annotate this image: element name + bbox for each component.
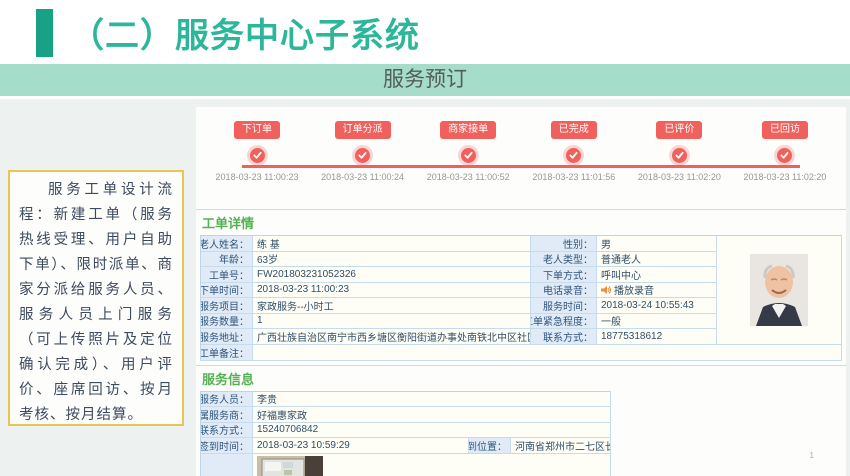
address-label: 服务地址：: [201, 329, 253, 345]
timeline-step: 商家接单 2018-03-23 11:00:52: [423, 121, 513, 182]
check-icon: [250, 148, 265, 163]
elder-photo: [750, 254, 808, 326]
order-panel: 下订单 2018-03-23 11:00:23 订单分派 2018-03-23 …: [196, 107, 846, 476]
order-no-value: FW201803231052326: [253, 267, 531, 283]
contact-label: 联系方式：: [531, 329, 597, 345]
remark-label: 工单备注：: [201, 345, 253, 361]
timeline-step-button[interactable]: 已回访: [762, 121, 808, 139]
order-no-label: 工单号：: [201, 267, 253, 283]
timeline-step: 下订单 2018-03-23 11:00:23: [212, 121, 302, 182]
order-detail-title: 工单详情: [196, 209, 846, 235]
age-label: 年龄：: [201, 252, 253, 268]
page-title: （二）服务中心子系统: [70, 8, 420, 57]
checkin-location-value: 河南省郑州市二七区长江东路66号院: [511, 438, 611, 454]
order-time-value: 2018-03-23 11:00:23: [253, 283, 531, 299]
checkin-time-label: 签到时间：: [201, 438, 253, 454]
order-method-label: 下单方式：: [531, 267, 597, 283]
staff-contact-label: 联系方式：: [201, 423, 253, 439]
timeline-step-button[interactable]: 下订单: [234, 121, 280, 139]
process-note-box: 服务工单设计流程：新建工单（服务热线受理、用户自助下单）、限时派单、商家分派给服…: [8, 170, 184, 426]
checkin-photo: [257, 456, 323, 476]
service-info-title: 服务信息: [196, 365, 846, 391]
check-icon: [355, 148, 370, 163]
timeline-step-button[interactable]: 已完成: [551, 121, 597, 139]
check-icon: [566, 148, 581, 163]
check-icon: [461, 148, 476, 163]
slide: （二）服务中心子系统 服务预订 服务工单设计流程：新建工单（服务热线受理、用户自…: [0, 0, 850, 476]
timeline-step-button[interactable]: 订单分派: [335, 121, 391, 139]
provider-label: 所属服务商：: [201, 407, 253, 423]
staff-contact-value: 15240706842: [253, 423, 611, 439]
timeline-step: 已回访 2018-03-23 11:02:20: [740, 121, 830, 182]
play-recording-text: 播放录音: [614, 283, 654, 298]
service-item-label: 服务项目：: [201, 298, 253, 314]
play-recording-link[interactable]: 播放录音: [601, 283, 654, 298]
checkin-photo-label: 签到照片：: [201, 454, 253, 476]
timeline-step: 订单分派 2018-03-23 11:00:24: [318, 121, 408, 182]
timeline-step-button[interactable]: 已评价: [656, 121, 702, 139]
checkin-location-label: 签到位置：: [469, 438, 511, 454]
urgency-value: 一般: [597, 314, 717, 330]
service-item-value: 家政服务--小时工: [253, 298, 531, 314]
title-accent-bar: [36, 9, 53, 57]
elder-name-label: 老人姓名：: [201, 236, 253, 252]
staff-label: 服务人员：: [201, 392, 253, 408]
order-timeline: 下订单 2018-03-23 11:00:23 订单分派 2018-03-23 …: [212, 117, 830, 205]
timeline-step-timestamp: 2018-03-23 11:00:23: [216, 172, 299, 182]
timeline-step-timestamp: 2018-03-23 11:02:20: [638, 172, 721, 182]
order-method-value: 呼叫中心: [597, 267, 717, 283]
subtitle-banner: 服务预订: [0, 64, 850, 96]
gender-value: 男: [597, 236, 717, 252]
checkin-photo-cell: [253, 454, 611, 476]
order-detail-table: 老人姓名： 练 基 性别： 男 年龄： 63岁 老人类型： 普通老人 工单号： …: [200, 235, 842, 361]
service-time-value: 2018-03-24 10:55:43: [597, 298, 717, 314]
urgency-label: 工单紧急程度：: [531, 314, 597, 330]
order-time-label: 下单时间：: [201, 283, 253, 299]
remark-value: [253, 345, 842, 361]
age-value: 63岁: [253, 252, 531, 268]
address-value: 广西壮族自治区南宁市西乡塘区衡阳街道办事处南铁北中区社区居委会: [253, 329, 531, 345]
timeline-step: 已完成 2018-03-23 11:01:56: [529, 121, 619, 182]
contact-value: 18775318612: [597, 329, 717, 345]
timeline-step-timestamp: 2018-03-23 11:00:24: [321, 172, 404, 182]
elder-photo-cell: [717, 236, 842, 345]
provider-value: 好福惠家政: [253, 407, 611, 423]
quantity-value: 1: [253, 314, 531, 330]
check-icon: [672, 148, 687, 163]
elder-type-label: 老人类型：: [531, 252, 597, 268]
timeline-steps: 下订单 2018-03-23 11:00:23 订单分派 2018-03-23 …: [212, 121, 830, 182]
timeline-step-timestamp: 2018-03-23 11:01:56: [532, 172, 615, 182]
timeline-step: 已评价 2018-03-23 11:02:20: [634, 121, 724, 182]
check-icon: [777, 148, 792, 163]
speaker-icon: [601, 285, 611, 295]
timeline-step-timestamp: 2018-03-23 11:00:52: [427, 172, 510, 182]
checkin-time-value: 2018-03-23 10:59:29: [253, 438, 469, 454]
staff-value: 李贵: [253, 392, 611, 408]
elder-type-value: 普通老人: [597, 252, 717, 268]
service-time-label: 服务时间：: [531, 298, 597, 314]
gender-label: 性别：: [531, 236, 597, 252]
timeline-step-timestamp: 2018-03-23 11:02:20: [744, 172, 827, 182]
recording-label: 电话录音：: [531, 283, 597, 299]
elder-name-value: 练 基: [253, 236, 531, 252]
process-note-text: 服务工单设计流程：新建工单（服务热线受理、用户自助下单）、限时派单、商家分派给服…: [19, 178, 173, 428]
quantity-label: 服务数量：: [201, 314, 253, 330]
timeline-step-button[interactable]: 商家接单: [440, 121, 496, 139]
page-number: 1: [810, 451, 814, 460]
service-info-table: 服务人员： 李贵 所属服务商： 好福惠家政 联系方式： 15240706842 …: [200, 391, 611, 476]
